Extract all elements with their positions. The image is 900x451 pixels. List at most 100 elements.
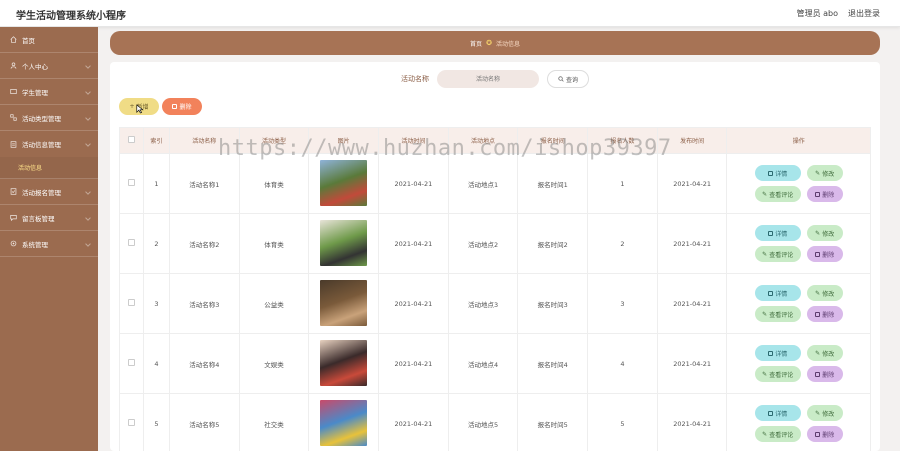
cell-index: 3 — [142, 273, 170, 334]
sidebar-item-home[interactable]: 首页 — [0, 27, 98, 53]
table-row: 3 活动名称3 公益类 2021-04-21 活动地点3 报名时间3 3 202… — [119, 273, 871, 334]
column-header[interactable]: 报名时间 — [517, 127, 589, 154]
column-header[interactable]: 活动名称 — [168, 127, 240, 154]
signup-icon — [10, 188, 17, 195]
cell-image — [308, 213, 379, 274]
trash-icon — [815, 371, 821, 377]
activity-photo[interactable] — [320, 219, 368, 266]
column-header[interactable]: 活动时间 — [377, 127, 449, 154]
cell-place: 活动地点3 — [447, 273, 519, 334]
sidebar-item-activity-types[interactable]: 活动类型管理 — [0, 105, 98, 131]
student-icon — [10, 89, 17, 94]
row-checkbox[interactable] — [119, 213, 144, 274]
edit-button[interactable]: ✎ 修改 — [806, 285, 843, 301]
row-checkbox[interactable] — [119, 393, 144, 451]
cell-signup-time: 报名时间1 — [517, 153, 589, 214]
edit-button[interactable]: ✎ 修改 — [806, 165, 843, 181]
system-icon — [10, 240, 17, 247]
pencil-icon: ✎ — [815, 229, 821, 237]
detail-button[interactable]: 详情 — [754, 405, 801, 421]
delete-button[interactable]: 删除 — [806, 306, 843, 322]
pencil-icon: ✎ — [815, 289, 821, 297]
column-header[interactable]: 活动地点 — [447, 127, 519, 154]
breadcrumb-home[interactable]: 首页 — [470, 39, 482, 48]
mouse-cursor-icon — [136, 104, 144, 114]
activity-photo[interactable] — [320, 159, 368, 206]
column-header[interactable]: 报名人数 — [587, 127, 658, 154]
activity-photo[interactable] — [320, 279, 368, 326]
pencil-icon: ✎ — [762, 250, 768, 258]
cell-index: 4 — [142, 333, 170, 394]
trash-icon — [815, 191, 821, 197]
view-comments-button[interactable]: ✎ 查看评论 — [754, 186, 801, 202]
sidebar-item-messages[interactable]: 留言板管理 — [0, 205, 98, 231]
plus-icon: + — [129, 103, 135, 110]
info-icon — [10, 140, 17, 148]
detail-button[interactable]: 详情 — [754, 165, 801, 181]
edit-button[interactable]: ✎ 修改 — [806, 225, 843, 241]
detail-button[interactable]: 详情 — [754, 225, 801, 241]
bulk-delete-button[interactable]: 删除 — [162, 98, 202, 115]
search-input[interactable] — [437, 70, 539, 88]
edit-button[interactable]: ✎ 修改 — [806, 405, 843, 421]
sidebar: 首页 个人中心 学生管理 活动类型管理 活动信息管理 活动信息 活动报名管理 留… — [0, 27, 98, 451]
row-checkbox[interactable] — [119, 273, 144, 334]
cell-type: 体育类 — [238, 153, 310, 214]
cell-time: 2021-04-21 — [377, 333, 449, 394]
column-header[interactable]: 发布时间 — [656, 127, 728, 154]
edit-label: 修改 — [822, 410, 835, 418]
detail-button[interactable]: 详情 — [754, 285, 801, 301]
trash-icon — [815, 251, 821, 257]
search-button-label: 查询 — [565, 76, 578, 84]
view-comments-button[interactable]: ✎ 查看评论 — [754, 426, 801, 442]
chevron-down-icon — [85, 215, 91, 221]
sidebar-item-label: 首页 — [22, 36, 35, 45]
delete-button[interactable]: 删除 — [806, 366, 843, 382]
edit-button[interactable]: ✎ 修改 — [806, 345, 843, 361]
edit-label: 修改 — [822, 350, 835, 358]
column-header[interactable]: 索引 — [142, 127, 170, 154]
breadcrumb: 首页 ✪ 活动信息 — [110, 31, 880, 55]
delete-button[interactable]: 删除 — [806, 426, 843, 442]
sidebar-item-signups[interactable]: 活动报名管理 — [0, 179, 98, 205]
logout-link[interactable]: 退出登录 — [848, 8, 880, 19]
top-bar: 学生活动管理系统小程序 管理员 abo 退出登录 — [0, 0, 900, 27]
sidebar-subitem-activity-info[interactable]: 活动信息 — [0, 157, 98, 179]
activity-photo[interactable] — [320, 339, 368, 386]
detail-label: 详情 — [775, 230, 788, 238]
cell-actions: 详情 ✎ 修改 ✎ 查看评论 删除 — [726, 393, 871, 451]
cell-actions: 详情 ✎ 修改 ✎ 查看评论 删除 — [726, 213, 871, 274]
sidebar-item-students[interactable]: 学生管理 — [0, 79, 98, 105]
activity-photo[interactable] — [320, 399, 368, 446]
chevron-down-icon — [85, 241, 91, 247]
cell-type: 体育类 — [238, 213, 310, 274]
toolbar: + 新增 删除 — [119, 98, 202, 115]
cell-actions: 详情 ✎ 修改 ✎ 查看评论 删除 — [726, 333, 871, 394]
row-checkbox[interactable] — [119, 333, 144, 394]
detail-button[interactable]: 详情 — [754, 345, 801, 361]
column-header[interactable]: 图片 — [308, 127, 379, 154]
sidebar-item-system[interactable]: 系统管理 — [0, 231, 98, 257]
pencil-icon: ✎ — [762, 370, 768, 378]
view-comments-button[interactable]: ✎ 查看评论 — [754, 366, 801, 382]
sidebar-item-activity-info[interactable]: 活动信息管理 — [0, 131, 98, 157]
sidebar-item-label: 系统管理 — [22, 240, 48, 249]
bulk-delete-label: 删除 — [179, 104, 192, 111]
column-header[interactable]: 活动类型 — [238, 127, 310, 154]
delete-button[interactable]: 删除 — [806, 186, 843, 202]
delete-button[interactable]: 删除 — [806, 246, 843, 262]
select-all-checkbox[interactable] — [119, 127, 144, 154]
search-button[interactable]: 查询 — [547, 70, 589, 88]
view-comments-button[interactable]: ✎ 查看评论 — [754, 246, 801, 262]
app-title: 学生活动管理系统小程序 — [16, 11, 126, 22]
view-comments-button[interactable]: ✎ 查看评论 — [754, 306, 801, 322]
row-checkbox[interactable] — [119, 153, 144, 214]
star-separator-icon: ✪ — [486, 39, 492, 47]
sidebar-item-label: 个人中心 — [22, 62, 48, 71]
sidebar-item-profile[interactable]: 个人中心 — [0, 53, 98, 79]
search-label: 活动名称 — [401, 75, 429, 83]
document-icon — [768, 170, 774, 176]
detail-label: 详情 — [775, 350, 788, 358]
sidebar-item-label: 留言板管理 — [22, 214, 55, 223]
cell-publish: 2021-04-21 — [656, 333, 728, 394]
